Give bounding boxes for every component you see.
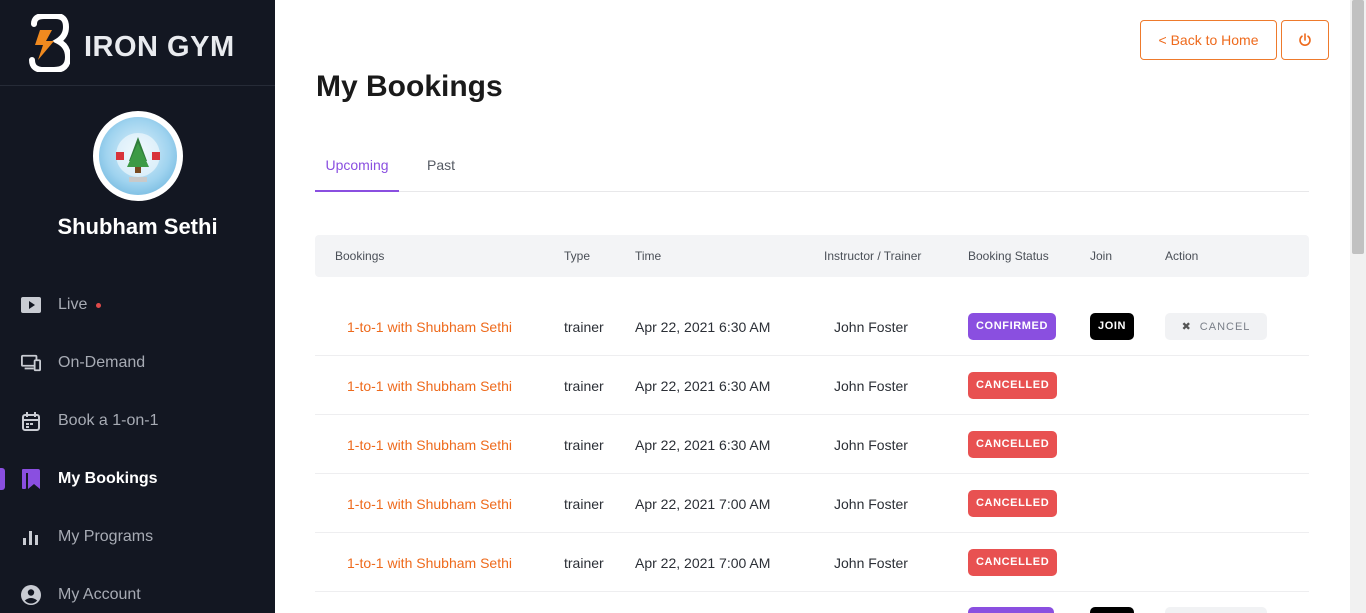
- sidebar-item-live[interactable]: Live: [0, 276, 275, 334]
- scrollbar-thumb[interactable]: [1352, 0, 1364, 254]
- brand-name: IRON GYM: [84, 31, 235, 63]
- column-header-time: Time: [635, 249, 662, 263]
- booking-type: trainer: [564, 318, 604, 335]
- power-icon: [1299, 33, 1311, 46]
- iron-gym-logo-icon: [29, 14, 70, 72]
- booking-type: trainer: [564, 377, 604, 394]
- column-header-bookings: Bookings: [335, 249, 385, 263]
- booking-time: Apr 22, 2021 6:30 AM: [635, 318, 771, 335]
- avatar-emblem-icon: [116, 133, 160, 182]
- booking-time: Apr 22, 2021 6:30 AM: [635, 436, 771, 453]
- booking-time: Apr 22, 2021 7:00 AM: [635, 495, 771, 512]
- status-badge-partial: [968, 607, 1054, 613]
- booking-title[interactable]: 1-to-1 with Shubham Sethi: [347, 474, 512, 533]
- play-video-icon: [21, 295, 41, 315]
- sidebar-item-my-programs[interactable]: My Programs: [0, 508, 275, 566]
- active-indicator: [0, 468, 5, 490]
- column-header-action: Action: [1165, 249, 1199, 263]
- avatar[interactable]: [93, 111, 183, 201]
- table-row: 1-to-1 with Shubham Sethi trainer Apr 22…: [315, 474, 1309, 533]
- table-row: 1-to-1 with Shubham Sethi trainer Apr 22…: [315, 297, 1309, 356]
- booking-trainer: John Foster: [834, 554, 908, 571]
- table-header: Bookings Type Time Instructor / Trainer …: [315, 235, 1309, 277]
- sidebar-item-label: Book a 1-on-1: [58, 412, 159, 429]
- tab-past[interactable]: Past: [415, 139, 467, 191]
- booking-trainer: John Foster: [834, 318, 908, 335]
- column-header-join: Join: [1090, 249, 1113, 263]
- sidebar: IRON GYM Shubham Sethi Live On-Demand Bo…: [0, 0, 275, 613]
- booking-title[interactable]: 1-to-1 with Shubham Sethi: [347, 297, 512, 356]
- bookmark-icon: [21, 469, 41, 489]
- cancel-booking-button[interactable]: ✖ CANCEL: [1165, 313, 1267, 340]
- booking-title[interactable]: 1-to-1 with Shubham Sethi: [347, 356, 512, 415]
- booking-title[interactable]: 1-to-1 with Shubham Sethi: [347, 533, 512, 592]
- table-row: 1-to-1 with Shubham Sethi trainer Apr 22…: [315, 356, 1309, 415]
- status-badge: CANCELLED: [968, 431, 1058, 458]
- cancel-label: CANCEL: [1199, 320, 1251, 333]
- booking-type: trainer: [564, 436, 604, 453]
- page-title: My Bookings: [316, 70, 503, 103]
- column-header-status: Booking Status: [968, 249, 1049, 263]
- table-row: 1-to-1 with Shubham Sethi trainer Apr 22…: [315, 533, 1309, 592]
- account-circle-icon: [21, 585, 41, 605]
- close-icon: ✖: [1181, 321, 1192, 333]
- page-scrollbar[interactable]: [1350, 0, 1366, 613]
- booking-trainer: John Foster: [834, 377, 908, 394]
- table-row-partial: [315, 593, 1309, 613]
- logout-button[interactable]: [1281, 20, 1329, 60]
- booking-type: trainer: [564, 495, 604, 512]
- main-content: < Back to Home My Bookings Upcoming Past…: [275, 0, 1350, 613]
- sidebar-item-label: Live: [58, 296, 88, 313]
- calendar-icon: [21, 411, 41, 431]
- sidebar-item-book-1on1[interactable]: Book a 1-on-1: [0, 392, 275, 450]
- live-indicator-dot: [96, 302, 102, 308]
- booking-tabs: Upcoming Past: [315, 139, 1309, 192]
- brand-header: IRON GYM: [0, 0, 275, 86]
- avatar-image: [99, 117, 177, 195]
- sidebar-item-my-bookings[interactable]: My Bookings: [0, 450, 275, 508]
- status-badge: CANCELLED: [968, 490, 1058, 517]
- booking-trainer: John Foster: [834, 436, 908, 453]
- column-header-instructor: Instructor / Trainer: [824, 249, 922, 263]
- booking-trainer: John Foster: [834, 495, 908, 512]
- sidebar-item-label: My Bookings: [58, 470, 158, 487]
- booking-time: Apr 22, 2021 6:30 AM: [635, 377, 771, 394]
- bar-chart-icon: [21, 527, 41, 547]
- sidebar-item-my-account[interactable]: My Account: [0, 566, 275, 613]
- status-badge: CANCELLED: [968, 372, 1058, 399]
- sidebar-nav: Live On-Demand Book a 1-on-1 My Bookings: [0, 276, 275, 613]
- column-header-type: Type: [564, 249, 591, 263]
- join-button-partial[interactable]: [1090, 607, 1134, 613]
- back-to-home-button[interactable]: < Back to Home: [1140, 20, 1277, 60]
- sidebar-item-label: My Account: [58, 586, 141, 603]
- table-row: 1-to-1 with Shubham Sethi trainer Apr 22…: [315, 415, 1309, 474]
- status-badge: CANCELLED: [968, 549, 1058, 576]
- user-name: Shubham Sethi: [57, 214, 218, 239]
- tab-upcoming[interactable]: Upcoming: [315, 139, 399, 192]
- status-badge: CONFIRMED: [968, 313, 1057, 340]
- cancel-button-partial[interactable]: [1165, 607, 1267, 613]
- booking-time: Apr 22, 2021 7:00 AM: [635, 554, 771, 571]
- sidebar-item-label: On-Demand: [58, 354, 146, 371]
- sidebar-item-label: My Programs: [58, 528, 154, 545]
- devices-icon: [21, 353, 41, 373]
- booking-type: trainer: [564, 554, 604, 571]
- join-button[interactable]: JOIN: [1090, 313, 1135, 340]
- sidebar-item-on-demand[interactable]: On-Demand: [0, 334, 275, 392]
- booking-title[interactable]: 1-to-1 with Shubham Sethi: [347, 415, 512, 474]
